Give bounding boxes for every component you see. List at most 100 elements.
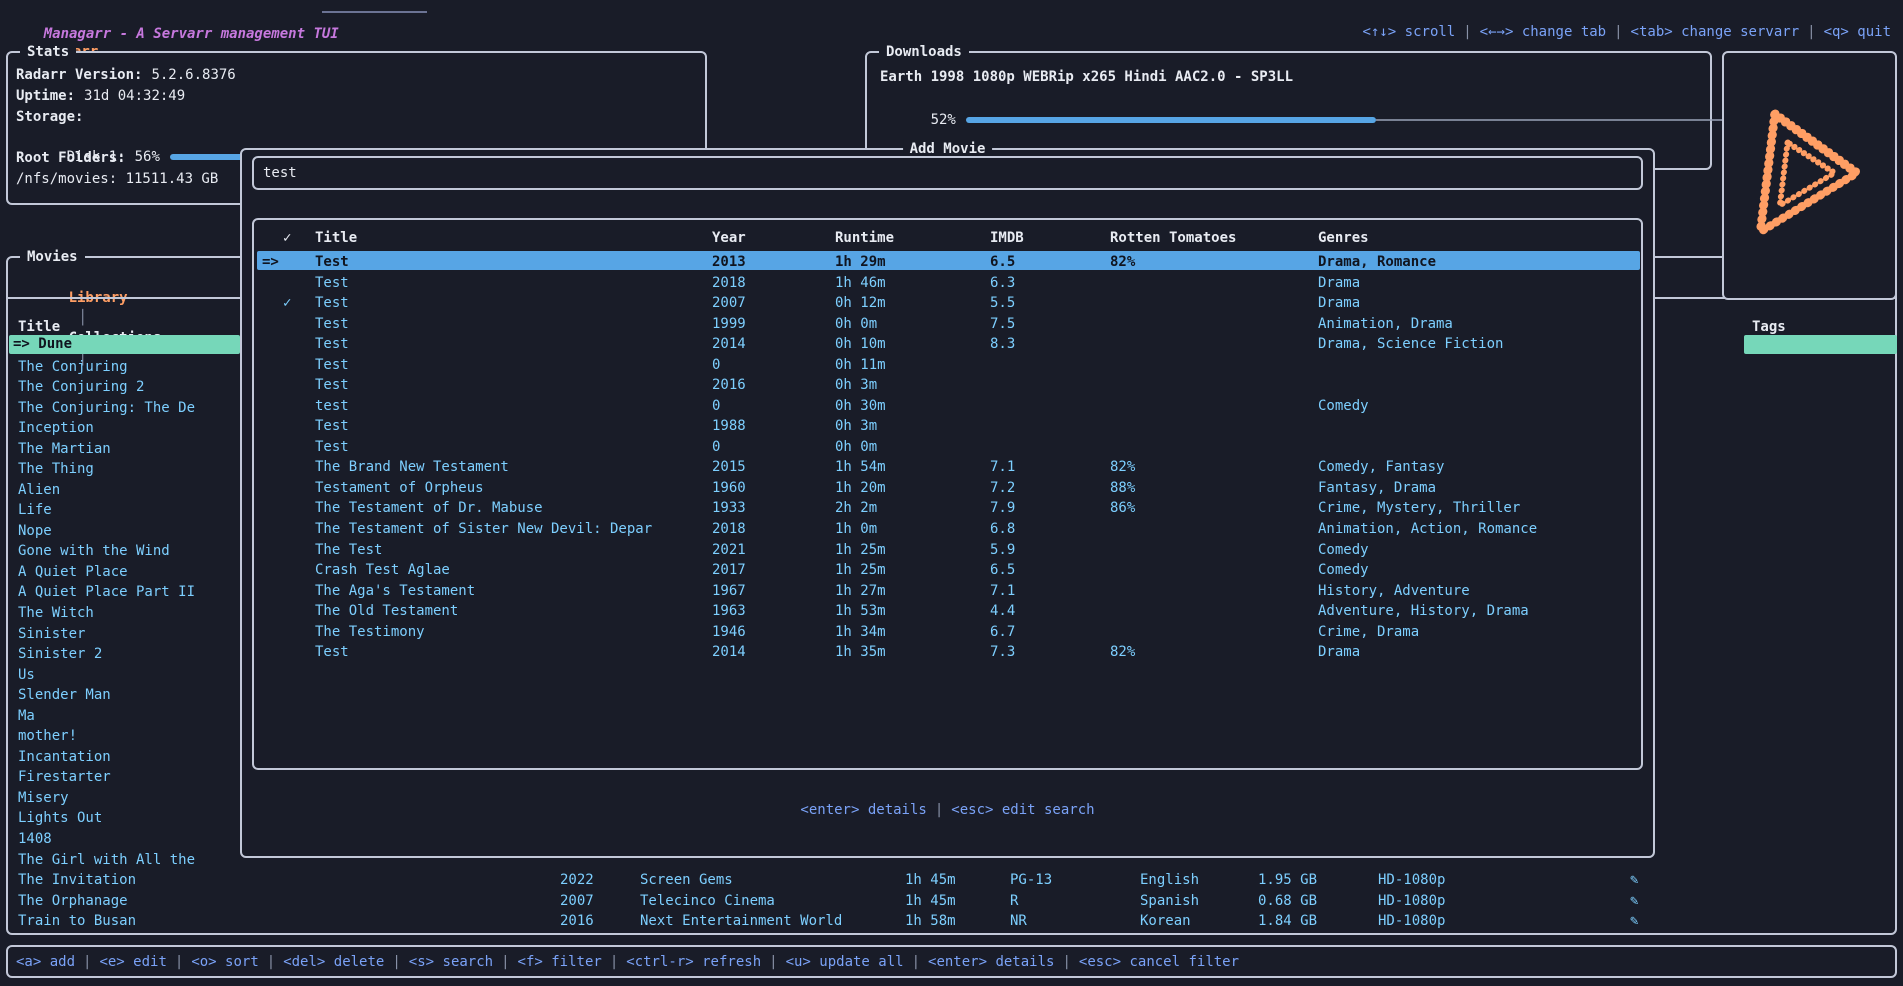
results-cell[interactable]: 6.8 bbox=[990, 519, 1015, 539]
results-cell[interactable]: 7.5 bbox=[990, 314, 1015, 334]
movie-list-selected-row[interactable]: => Dune bbox=[9, 335, 240, 354]
results-cell[interactable]: 6.3 bbox=[990, 273, 1015, 293]
results-cell[interactable]: Animation, Drama bbox=[1318, 314, 1453, 334]
movie-list-item[interactable]: The Conjuring: The De bbox=[18, 398, 195, 418]
results-cell[interactable]: 1h 27m bbox=[835, 581, 886, 601]
keybind-add[interactable]: <a> add bbox=[16, 954, 75, 970]
movie-list-item[interactable]: Us bbox=[18, 665, 35, 685]
movie-list-item[interactable]: The Conjuring bbox=[18, 357, 128, 377]
keybind-search[interactable]: <s> search bbox=[409, 954, 493, 970]
results-cell[interactable]: 6.5 bbox=[990, 560, 1015, 580]
results-cell[interactable]: 6.7 bbox=[990, 622, 1015, 642]
results-cell[interactable]: 2014 bbox=[712, 642, 746, 662]
results-cell[interactable]: Test bbox=[315, 375, 349, 395]
movie-list-item[interactable]: A Quiet Place Part II bbox=[18, 582, 195, 602]
keybind-edit-search[interactable]: <esc> edit search bbox=[951, 802, 1094, 818]
results-cell[interactable]: 0h 3m bbox=[835, 375, 877, 395]
movie-list-item[interactable]: Inception bbox=[18, 418, 94, 438]
results-cell[interactable]: 0 bbox=[712, 355, 720, 375]
added-check-icon[interactable]: ✓ bbox=[283, 293, 291, 313]
results-cell[interactable]: 5.9 bbox=[990, 540, 1015, 560]
results-cell[interactable]: The Test bbox=[315, 540, 382, 560]
movie-list-item[interactable]: A Quiet Place bbox=[18, 562, 128, 582]
results-cell[interactable]: Fantasy, Drama bbox=[1318, 478, 1436, 498]
results-cell[interactable]: Test bbox=[315, 416, 349, 436]
movie-list-item[interactable]: The Conjuring 2 bbox=[18, 377, 144, 397]
movie-list-item[interactable]: Ma bbox=[18, 706, 35, 726]
keybind-edit[interactable]: <e> edit bbox=[99, 954, 166, 970]
results-cell[interactable]: Drama, Romance bbox=[1318, 252, 1436, 272]
results-cell[interactable]: 2h 2m bbox=[835, 498, 877, 518]
keybind-delete[interactable]: <del> delete bbox=[283, 954, 384, 970]
results-cell[interactable]: Test bbox=[315, 252, 349, 272]
movie-list-item[interactable]: The Orphanage bbox=[18, 891, 128, 911]
results-cell[interactable]: 4.4 bbox=[990, 601, 1015, 621]
results-cell[interactable]: 5.5 bbox=[990, 293, 1015, 313]
results-cell[interactable]: Crime, Drama bbox=[1318, 622, 1419, 642]
results-cell[interactable]: 0h 30m bbox=[835, 396, 886, 416]
movie-list-item[interactable]: Train to Busan bbox=[18, 911, 136, 931]
keybind-cancel-filter[interactable]: <esc> cancel filter bbox=[1079, 954, 1239, 970]
keybind-scroll[interactable]: <↑↓> scroll bbox=[1363, 24, 1456, 40]
movie-list-item[interactable]: Gone with the Wind bbox=[18, 541, 170, 561]
results-cell[interactable]: 86% bbox=[1110, 498, 1135, 518]
keybind-update-all[interactable]: <u> update all bbox=[786, 954, 904, 970]
results-cell[interactable]: Test bbox=[315, 642, 349, 662]
results-cell[interactable]: 2017 bbox=[712, 560, 746, 580]
keybind-sort[interactable]: <o> sort bbox=[191, 954, 258, 970]
movie-list-item[interactable]: Alien bbox=[18, 480, 60, 500]
results-cell[interactable]: test bbox=[315, 396, 349, 416]
results-cell[interactable]: Comedy, Fantasy bbox=[1318, 457, 1444, 477]
results-cell[interactable]: 0h 3m bbox=[835, 416, 877, 436]
results-cell[interactable]: Comedy bbox=[1318, 396, 1369, 416]
results-cell[interactable]: 2014 bbox=[712, 334, 746, 354]
movie-list-item[interactable]: The Witch bbox=[18, 603, 94, 623]
results-cell[interactable]: 88% bbox=[1110, 478, 1135, 498]
results-cell[interactable]: Comedy bbox=[1318, 540, 1369, 560]
results-cell[interactable]: 7.9 bbox=[990, 498, 1015, 518]
keybind-details[interactable]: <enter> details bbox=[800, 802, 926, 818]
movie-list-item[interactable]: Slender Man bbox=[18, 685, 111, 705]
results-cell[interactable]: The Old Testament bbox=[315, 601, 458, 621]
results-cell[interactable]: 0h 12m bbox=[835, 293, 886, 313]
results-cell[interactable]: 1h 29m bbox=[835, 252, 886, 272]
results-cell[interactable]: The Testament of Sister New Devil: Depar bbox=[315, 519, 652, 539]
results-cell[interactable]: 1960 bbox=[712, 478, 746, 498]
results-cell[interactable]: 1967 bbox=[712, 581, 746, 601]
results-cell[interactable]: Adventure, History, Drama bbox=[1318, 601, 1529, 621]
results-cell[interactable]: 1988 bbox=[712, 416, 746, 436]
results-cell[interactable]: 0h 10m bbox=[835, 334, 886, 354]
movie-list-item[interactable]: The Invitation bbox=[18, 870, 136, 890]
results-cell[interactable]: Test bbox=[315, 334, 349, 354]
results-cell[interactable]: The Testimony bbox=[315, 622, 425, 642]
movie-list-item[interactable]: Misery bbox=[18, 788, 69, 808]
results-cell[interactable]: Animation, Action, Romance bbox=[1318, 519, 1537, 539]
results-cell[interactable]: 1h 46m bbox=[835, 273, 886, 293]
results-cell[interactable]: 0h 11m bbox=[835, 355, 886, 375]
results-cell[interactable]: 2015 bbox=[712, 457, 746, 477]
results-cell[interactable]: Crime, Mystery, Thriller bbox=[1318, 498, 1520, 518]
keybind-refresh[interactable]: <ctrl-r> refresh bbox=[626, 954, 761, 970]
results-cell[interactable]: History, Adventure bbox=[1318, 581, 1470, 601]
results-cell[interactable]: Test bbox=[315, 437, 349, 457]
results-cell[interactable]: 7.3 bbox=[990, 642, 1015, 662]
results-cell[interactable]: 2007 bbox=[712, 293, 746, 313]
movie-list-item[interactable]: Life bbox=[18, 500, 52, 520]
movie-list-item[interactable]: Sinister bbox=[18, 624, 85, 644]
results-cell[interactable]: 1963 bbox=[712, 601, 746, 621]
results-cell[interactable]: 1h 34m bbox=[835, 622, 886, 642]
results-cell[interactable]: Drama, Science Fiction bbox=[1318, 334, 1503, 354]
results-cell[interactable]: Drama bbox=[1318, 273, 1360, 293]
movie-list-item[interactable]: Incantation bbox=[18, 747, 111, 767]
results-cell[interactable]: 0 bbox=[712, 437, 720, 457]
results-cell[interactable]: 2021 bbox=[712, 540, 746, 560]
movie-list-item[interactable]: Firestarter bbox=[18, 767, 111, 787]
results-cell[interactable]: The Aga's Testament bbox=[315, 581, 475, 601]
results-cell[interactable]: 82% bbox=[1110, 252, 1135, 272]
results-cell[interactable]: 7.1 bbox=[990, 581, 1015, 601]
results-cell[interactable]: Test bbox=[315, 355, 349, 375]
results-cell[interactable]: 2013 bbox=[712, 252, 746, 272]
movie-list-item[interactable]: 1408 bbox=[18, 829, 52, 849]
results-cell[interactable]: Crash Test Aglae bbox=[315, 560, 450, 580]
results-cell[interactable]: 1h 35m bbox=[835, 642, 886, 662]
